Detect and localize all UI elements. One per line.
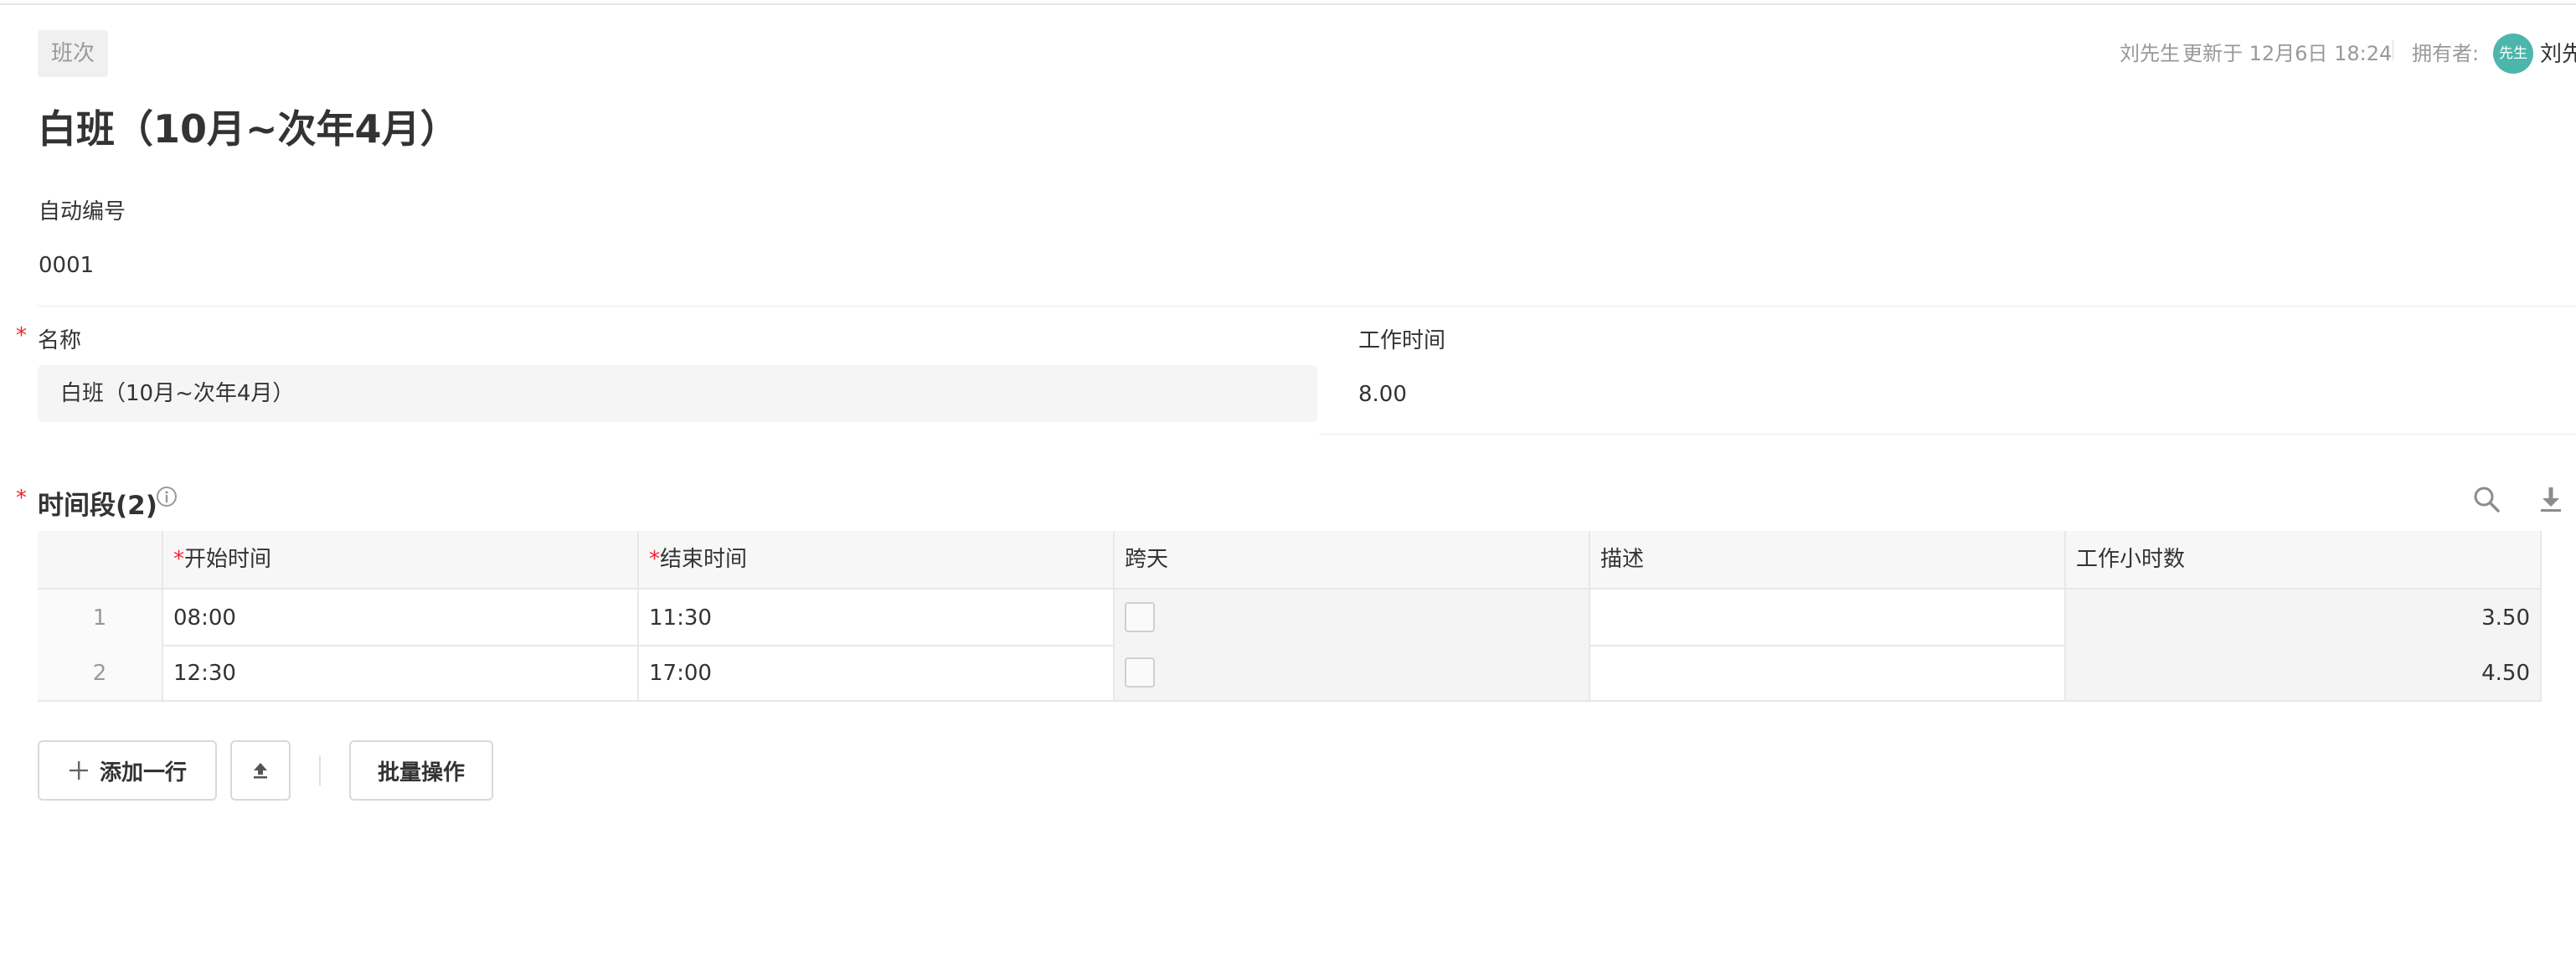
auto-number-label: 自动编号 — [39, 199, 126, 224]
work-time-value: 8.00 — [1358, 382, 1407, 407]
column-header-label: 结束时间 — [660, 547, 748, 572]
column-header-label: 跨天 — [1125, 547, 1169, 572]
cross-day-cell — [1115, 590, 1590, 646]
work-hours-cell: 4.50 — [2066, 645, 2542, 702]
column-header-label: 开始时间 — [184, 547, 272, 572]
object-type-tag: 班次 — [38, 30, 108, 77]
field-divider — [1319, 434, 2576, 435]
row-number-header — [38, 531, 163, 588]
batch-operation-button[interactable]: 批量操作 — [349, 740, 493, 801]
search-icon[interactable] — [2471, 484, 2501, 514]
description-cell[interactable] — [1590, 590, 2066, 646]
updater-name[interactable]: 刘先生 — [2120, 37, 2180, 66]
action-separator — [319, 755, 321, 786]
name-input[interactable]: 白班（10月~次年4月） — [38, 365, 1317, 422]
info-icon[interactable] — [156, 486, 178, 507]
row-number: 2 — [38, 645, 163, 702]
add-row-button[interactable]: 添加一行 — [38, 740, 217, 801]
owner-label: 拥有者: — [2412, 42, 2480, 65]
upload-icon — [254, 763, 267, 779]
updated-time: 更新于 12月6日 18:24 — [2182, 42, 2393, 65]
time-segment-table: *开始时间 *结束时间 跨天 描述 工作小时数 1 08:00 11:30 3.… — [38, 531, 2576, 702]
owner-avatar[interactable]: 先生 — [2493, 33, 2533, 74]
column-header-description[interactable]: 描述 — [1590, 531, 2066, 588]
end-time-cell[interactable]: 17:00 — [639, 645, 1115, 702]
work-time-label: 工作时间 — [1358, 328, 1446, 353]
column-header-label: 工作小时数 — [2076, 547, 2186, 572]
import-button[interactable] — [230, 740, 291, 801]
auto-number-value: 0001 — [39, 253, 95, 278]
start-time-cell[interactable]: 12:30 — [163, 645, 639, 702]
cross-day-cell — [1115, 645, 1590, 702]
top-divider — [0, 3, 2576, 5]
name-required-mark: * — [16, 323, 27, 348]
work-hours-cell: 3.50 — [2066, 590, 2542, 646]
column-header-start[interactable]: *开始时间 — [163, 531, 639, 588]
subtable-title: 时间段(2) — [38, 491, 157, 521]
column-header-hours[interactable]: 工作小时数 — [2066, 531, 2542, 588]
column-header-cross-day[interactable]: 跨天 — [1115, 531, 1590, 588]
owner-name[interactable]: 刘先 — [2540, 37, 2576, 68]
row-divider — [38, 700, 2542, 702]
cross-day-checkbox[interactable] — [1125, 657, 1155, 688]
page-title: 白班（10月~次年4月） — [38, 106, 459, 152]
add-row-label: 添加一行 — [99, 760, 187, 786]
name-label: 名称 — [38, 328, 82, 353]
plus-icon — [69, 761, 88, 780]
batch-operation-label: 批量操作 — [377, 760, 465, 786]
column-header-end[interactable]: *结束时间 — [639, 531, 1115, 588]
download-icon[interactable] — [2536, 484, 2566, 514]
end-time-cell[interactable]: 11:30 — [639, 590, 1115, 646]
row-number: 1 — [38, 590, 163, 646]
subtable-required-mark: * — [16, 486, 27, 511]
required-mark: * — [649, 547, 660, 572]
field-divider — [38, 306, 2576, 307]
cross-day-checkbox[interactable] — [1125, 602, 1155, 632]
description-cell[interactable] — [1590, 645, 2066, 702]
table-header-spacer — [2542, 531, 2576, 588]
start-time-cell[interactable]: 08:00 — [163, 590, 639, 646]
required-mark: * — [173, 547, 184, 572]
column-header-label: 描述 — [1600, 547, 1645, 572]
